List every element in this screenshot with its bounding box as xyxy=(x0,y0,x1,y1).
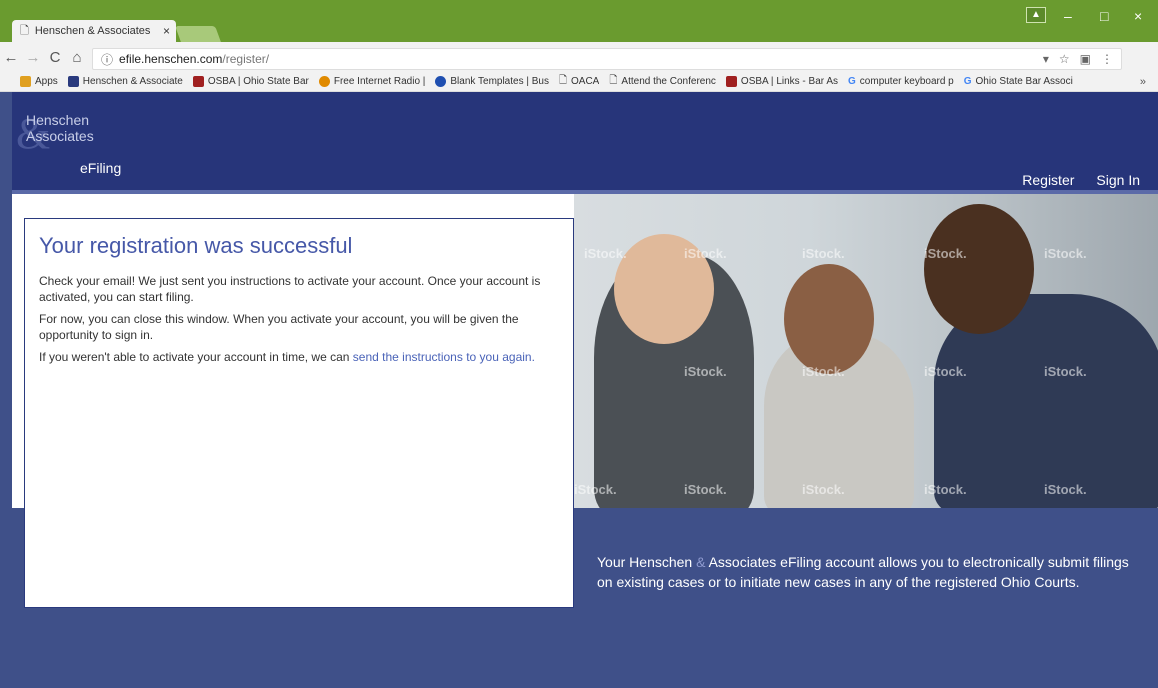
osba-icon xyxy=(192,76,204,87)
home-icon[interactable]: ⌂ xyxy=(66,49,88,66)
resend-paragraph: If you weren't able to activate your acc… xyxy=(39,349,559,365)
photo-person-right-head xyxy=(924,204,1034,334)
page-title: Your registration was successful xyxy=(39,233,353,258)
minimize-icon[interactable]: – xyxy=(1064,8,1072,24)
logo-efiling: eFiling xyxy=(80,160,122,176)
pdf-extension-icon[interactable]: ▣ xyxy=(1080,52,1091,66)
watermark: iStock. xyxy=(684,246,727,261)
logo-line2: Associates xyxy=(26,128,94,144)
bookmark-henschen[interactable]: Henschen & Associate xyxy=(67,76,183,87)
new-tab-button[interactable] xyxy=(175,26,221,42)
bookmark-star-icon[interactable]: ☆ xyxy=(1059,52,1070,66)
osba-icon xyxy=(725,76,737,87)
page-icon: 🗋 xyxy=(609,75,618,86)
address-bar[interactable]: ⓘ efile.henschen.com/register/ ▾ ☆ ▣ ⋮ xyxy=(92,48,1122,70)
bookmark-radio[interactable]: Free Internet Radio | xyxy=(318,76,425,87)
apps-icon xyxy=(20,76,31,87)
templates-icon xyxy=(435,76,447,87)
bookmark-oaca[interactable]: 🗋 OACA xyxy=(559,73,599,90)
page-icon: 🗋 xyxy=(20,24,29,37)
bookmark-ohio-bar[interactable]: G Ohio State Bar Associ xyxy=(964,76,1073,87)
header-nav: Register Sign In xyxy=(1022,172,1140,188)
watermark: iStock. xyxy=(574,482,617,497)
watermark: iStock. xyxy=(684,364,727,379)
nav-sign-in[interactable]: Sign In xyxy=(1096,172,1140,188)
forward-icon[interactable]: → xyxy=(22,49,44,66)
reload-icon[interactable]: C xyxy=(44,49,66,66)
logo-line1: Henschen xyxy=(26,112,90,128)
bookmarks-bar: Apps Henschen & Associate OSBA | Ohio St… xyxy=(0,72,1158,92)
google-icon: G xyxy=(848,76,856,87)
photo-person-middle-head xyxy=(784,264,874,374)
watermark: iStock. xyxy=(924,364,967,379)
watermark: iStock. xyxy=(1044,246,1087,261)
bookmarks-more-icon[interactable]: » xyxy=(1140,76,1146,88)
watermark: iStock. xyxy=(802,246,845,261)
bookmark-conference[interactable]: 🗋 Attend the Conferenc xyxy=(609,73,716,90)
back-icon[interactable]: ← xyxy=(0,49,22,66)
bookmark-apps[interactable]: Apps xyxy=(20,76,58,87)
browser-tab[interactable]: 🗋 Henschen & Associates × xyxy=(12,20,176,42)
watermark: iStock. xyxy=(802,482,845,497)
hero-photo: iStock. iStock. iStock. iStock. iStock. … xyxy=(574,194,1158,508)
watermark: iStock. xyxy=(584,246,627,261)
site-header: & Henschen Associates eFiling Register S… xyxy=(12,92,1158,190)
bookmark-keyboard[interactable]: Gcomputer keyboard p xyxy=(848,76,954,87)
bookmark-osba[interactable]: OSBA | Ohio State Bar xyxy=(192,76,309,87)
url-path: /register/ xyxy=(222,52,270,66)
info-icon[interactable]: ⓘ xyxy=(101,51,113,68)
henschen-icon xyxy=(67,76,79,87)
watermark: iStock. xyxy=(924,482,967,497)
registration-success-card: Your registration was successful Check y… xyxy=(24,218,574,608)
resend-instructions-link[interactable]: send the instructions to you again. xyxy=(353,350,535,364)
watermark: iStock. xyxy=(802,364,845,379)
bookmark-osba-links[interactable]: OSBA | Links - Bar As xyxy=(725,76,838,87)
site-logo[interactable]: & Henschen Associates eFiling xyxy=(16,112,121,177)
promo-text: Your Henschen & Associates eFiling accou… xyxy=(597,552,1142,592)
watermark: iStock. xyxy=(924,246,967,261)
google-icon: G xyxy=(963,76,972,87)
watermark: iStock. xyxy=(684,482,727,497)
page-icon: 🗋 xyxy=(558,75,568,86)
profile-icon[interactable]: ▲ xyxy=(1026,7,1046,23)
watermark: iStock. xyxy=(1044,364,1087,379)
tab-title: Henschen & Associates xyxy=(34,25,151,37)
maximize-icon[interactable]: □ xyxy=(1100,8,1108,24)
radio-icon xyxy=(318,76,330,87)
close-window-icon[interactable]: × xyxy=(1134,8,1142,24)
promo-part1: Your Henschen xyxy=(597,554,697,570)
nav-register[interactable]: Register xyxy=(1022,172,1074,188)
extension-icon[interactable]: ▾ xyxy=(1043,52,1049,66)
url-domain: efile.henschen.com xyxy=(119,52,223,66)
resend-text: If you weren't able to activate your acc… xyxy=(39,350,353,364)
menu-icon[interactable]: ⋮ xyxy=(1101,52,1113,66)
close-window-paragraph: For now, you can close this window. When… xyxy=(39,312,519,342)
tab-close-icon[interactable]: × xyxy=(163,24,170,38)
browser-titlebar: 🗋 Henschen & Associates × ▲ – □ × xyxy=(0,0,1158,42)
bookmark-templates[interactable]: Blank Templates | Bus xyxy=(435,76,549,87)
watermark: iStock. xyxy=(1044,482,1087,497)
instructions-paragraph: Check your email! We just sent you instr… xyxy=(39,274,541,304)
